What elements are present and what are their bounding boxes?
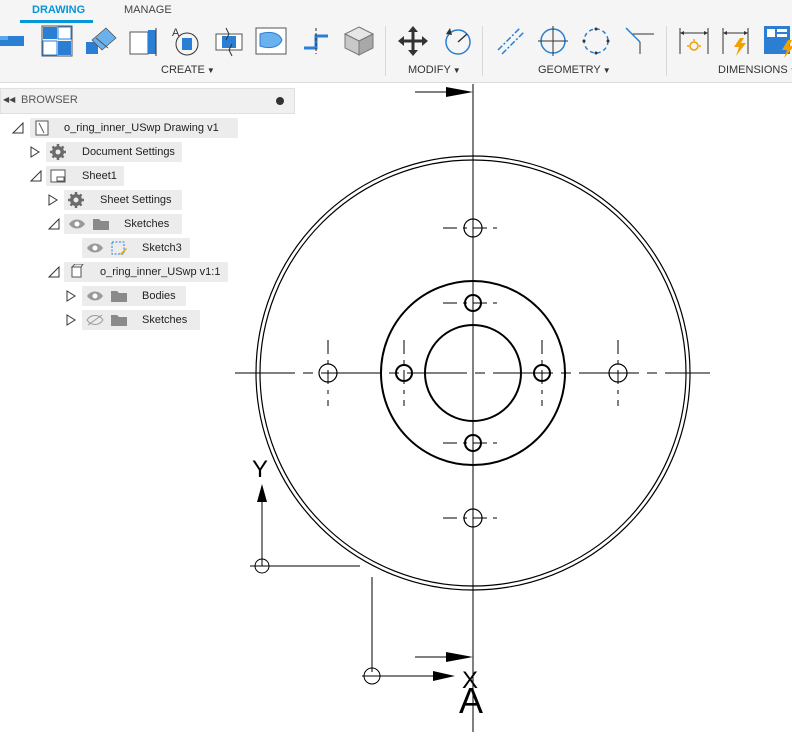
toolbar-divider [482, 26, 483, 76]
hub-circle [380, 280, 566, 466]
tree-item-label: Bodies [142, 290, 176, 302]
browser-panel: ◀◀ BROWSER o_ring_inner_USwp Drawing v1 … [0, 88, 295, 338]
dimensions-group-label[interactable]: DIMENSIONS▼ [718, 64, 792, 76]
tree-item-document-settings[interactable]: Document Settings [28, 142, 188, 162]
center-mark-geometry-icon[interactable] [536, 24, 570, 58]
x-axis-label: X [462, 667, 478, 694]
tree-item-drawing[interactable]: o_ring_inner_USwp Drawing v1 [10, 118, 240, 138]
sketch-icon [111, 241, 127, 255]
expand-triangle-icon[interactable] [66, 290, 76, 302]
expand-triangle-icon[interactable] [48, 218, 60, 230]
modify-group-label[interactable]: MODIFY ▼ [408, 64, 461, 76]
component-icon [70, 264, 84, 278]
outer-edge-inner-circle [259, 159, 687, 587]
toolbar-divider [385, 26, 386, 76]
folder-icon [111, 315, 127, 326]
tree-item-label: Sheet1 [82, 170, 117, 182]
collapse-panel-icon[interactable]: ◀◀ [3, 95, 15, 104]
tree-item-label: Sketches [142, 314, 188, 326]
browser-title: BROWSER [21, 94, 78, 106]
tree-item-label: Sketches [124, 218, 170, 230]
eye-hidden-icon[interactable] [86, 314, 104, 326]
tree-item-label: Sheet Settings [100, 194, 172, 206]
toolbar: DRAWING MANAGE A CREATE ▼ MODIFY ▼ GEOME… [0, 0, 792, 83]
tree-item-label: o_ring_inner_USwp Drawing v1 [64, 122, 219, 134]
tree-item-sheet1[interactable]: Sheet1 [28, 166, 128, 186]
tree-item-sheet-settings[interactable]: Sheet Settings [46, 190, 186, 210]
section-view-label: A [459, 680, 483, 721]
y-origin-circle [254, 558, 270, 574]
expand-triangle-icon[interactable] [12, 122, 24, 134]
base-view-tool-icon[interactable] [0, 24, 30, 58]
y-arrow-head [257, 484, 267, 502]
tree-item-sketches[interactable]: Sketches [46, 214, 186, 234]
hole-top-inner [464, 294, 482, 312]
y-axis-label: Y [252, 456, 268, 483]
edge-extension-icon[interactable] [622, 24, 656, 58]
hole-bottom-inner [464, 434, 482, 452]
tab-drawing[interactable]: DRAWING [32, 4, 85, 16]
active-tab-indicator [20, 20, 93, 23]
bottom-arrow-head [446, 652, 473, 662]
move-tool-icon[interactable] [396, 24, 430, 58]
bore-circle [424, 324, 522, 422]
browser-pin-icon[interactable] [276, 97, 284, 105]
gear-icon [68, 192, 84, 208]
center-mark-tool-icon[interactable] [300, 24, 334, 58]
tree-item-bodies[interactable]: Bodies [64, 286, 194, 306]
tree-item-label: Document Settings [82, 146, 175, 158]
x-arrow-head [433, 671, 455, 681]
hole-left-inner [395, 364, 413, 382]
dimension-tool-icon[interactable] [677, 24, 711, 58]
section-view-tool-icon[interactable] [126, 24, 160, 58]
detail-view-tool-icon[interactable]: A [170, 24, 204, 58]
expand-triangle-icon[interactable] [66, 314, 76, 326]
create-group-label[interactable]: CREATE ▼ [161, 64, 215, 76]
folder-icon [93, 219, 109, 230]
auto-dimension-icon[interactable] [720, 24, 754, 58]
expand-triangle-icon[interactable] [48, 266, 60, 278]
break-view-tool-icon[interactable] [212, 24, 246, 58]
expand-triangle-icon[interactable] [30, 170, 42, 182]
centerline-tool-icon[interactable] [494, 24, 528, 58]
x-origin-circle [363, 667, 381, 685]
tree-item-component-sketches[interactable]: Sketches [64, 310, 204, 330]
sheet-icon [50, 169, 66, 183]
gear-icon [50, 144, 66, 160]
outer-edge-circle [255, 155, 691, 591]
tree-item-component[interactable]: o_ring_inner_USwp v1:1 [46, 262, 236, 282]
hole-bottom-outer [463, 508, 483, 528]
eye-icon[interactable] [86, 290, 104, 302]
hole-right-outer [608, 363, 628, 383]
expand-triangle-icon[interactable] [48, 194, 58, 206]
expand-triangle-icon[interactable] [30, 146, 40, 158]
tree-item-sketch3[interactable]: Sketch3 [82, 238, 192, 258]
3d-view-cube-icon[interactable] [342, 24, 376, 58]
tab-manage[interactable]: MANAGE [124, 4, 172, 16]
tree-item-label: Sketch3 [142, 242, 182, 254]
dimension-table-icon[interactable] [762, 24, 792, 58]
rotate-tool-icon[interactable] [440, 24, 474, 58]
hole-top-outer [463, 218, 483, 238]
eye-icon[interactable] [68, 218, 86, 230]
browser-header: ◀◀ BROWSER [0, 88, 295, 114]
hole-left-outer [318, 363, 338, 383]
drawing-document-icon [35, 120, 49, 136]
auxiliary-view-tool-icon[interactable] [84, 24, 118, 58]
top-arrow-head [446, 87, 473, 97]
folder-icon [111, 291, 127, 302]
sketch-view-tool-icon[interactable] [254, 24, 288, 58]
hole-right-inner [533, 364, 551, 382]
geometry-group-label[interactable]: GEOMETRY ▼ [538, 64, 611, 76]
projected-view-tool-icon[interactable] [40, 24, 74, 58]
eye-icon[interactable] [86, 242, 104, 254]
center-mark-pattern-icon[interactable] [579, 24, 613, 58]
toolbar-divider [666, 26, 667, 76]
tree-item-label: o_ring_inner_USwp v1:1 [100, 266, 221, 278]
